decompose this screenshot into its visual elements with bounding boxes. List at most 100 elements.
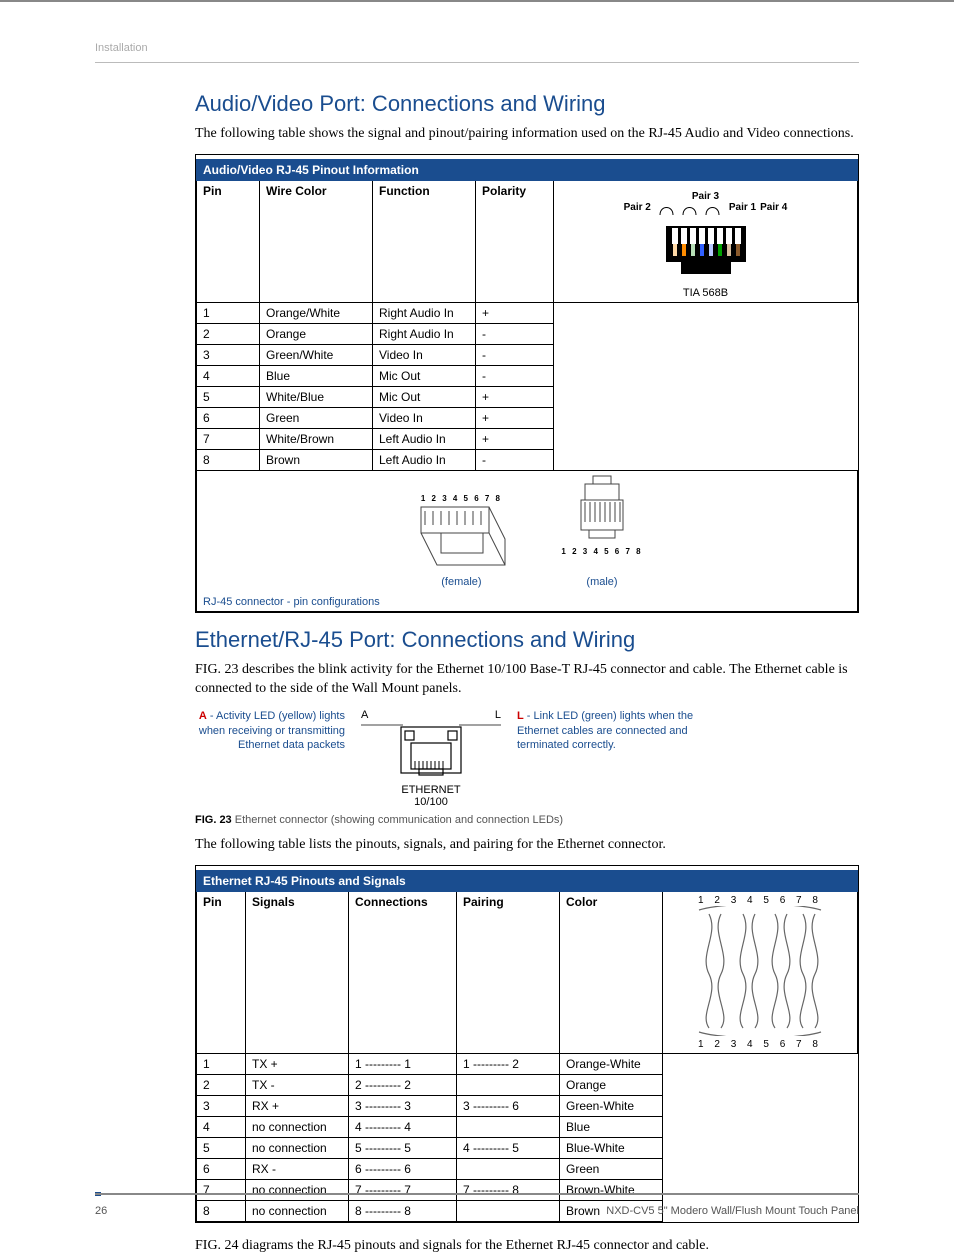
svg-text:6: 6 — [718, 237, 722, 244]
fig23-center-a: A — [361, 709, 368, 721]
table-cell — [457, 1074, 560, 1095]
table-cell: 1 — [197, 1053, 246, 1074]
table-cell: Blue — [260, 365, 373, 386]
fig23-a-bold: A — [199, 710, 207, 722]
table-cell: 6 — [197, 407, 260, 428]
table-cell: Orange — [260, 323, 373, 344]
pair3-label: Pair 3 — [560, 191, 851, 202]
rj45-diagram-caption: RJ-45 connector - pin configurations — [203, 596, 851, 608]
table-cell: 3 --------- 6 — [457, 1095, 560, 1116]
header-rule — [95, 62, 859, 63]
fig23-wrap: A - Activity LED (yellow) lights when re… — [195, 709, 859, 808]
table-cell: Green-White — [560, 1095, 663, 1116]
table-row: 6GreenVideo In+ — [197, 407, 858, 428]
section2-mid: The following table lists the pinouts, s… — [195, 836, 859, 855]
table-row: 7White/BrownLeft Audio In+ — [197, 428, 858, 449]
table-cell: 3 — [197, 1095, 246, 1116]
table-cell: Green — [560, 1158, 663, 1179]
section2-outro: FIG. 24 diagrams the RJ-45 pinouts and s… — [195, 1237, 859, 1255]
av-pinout-table-wrap: Audio/Video RJ-45 Pinout Information Pin… — [195, 154, 859, 613]
table-cell: 2 --------- 2 — [349, 1074, 457, 1095]
table-cell: 7 — [197, 1179, 246, 1200]
av-table-title: Audio/Video RJ-45 Pinout Information — [197, 159, 858, 180]
table-row: 3Green/WhiteVideo In- — [197, 344, 858, 365]
footer-accent — [95, 1192, 101, 1196]
svg-text:1: 1 — [673, 237, 677, 244]
male-pins: 1 2 3 4 5 6 7 8 — [561, 547, 642, 556]
table-cell: 5 --------- 5 — [349, 1137, 457, 1158]
table-cell: + — [476, 302, 554, 323]
av-th-wire: Wire Color — [260, 180, 373, 302]
table-cell: no connection — [246, 1116, 349, 1137]
table-cell: TX - — [246, 1074, 349, 1095]
table-row: 4BlueMic Out- — [197, 365, 858, 386]
rj45-male-icon — [567, 474, 637, 544]
table-cell: - — [476, 449, 554, 470]
section2-intro: FIG. 23 describes the blink activity for… — [195, 661, 859, 699]
male-label: (male) — [561, 576, 642, 588]
fig23-eth-label2: 10/100 — [361, 796, 501, 808]
table-cell: 4 --------- 5 — [457, 1137, 560, 1158]
table-cell: White/Blue — [260, 386, 373, 407]
table-cell: Orange/White — [260, 302, 373, 323]
ethernet-connector-icon — [361, 721, 501, 781]
doc-title: NXD-CV5 5" Modero Wall/Flush Mount Touch… — [606, 1205, 859, 1217]
table-cell: Mic Out — [373, 386, 476, 407]
table-row: 5White/BlueMic Out+ — [197, 386, 858, 407]
table-cell: 3 — [197, 344, 260, 365]
table-cell: 7 — [197, 428, 260, 449]
table-cell: 4 — [197, 365, 260, 386]
rj45-female-icon — [411, 503, 511, 573]
table-cell: + — [476, 428, 554, 449]
eth-diagram-pins-top: 1 2 3 4 5 6 7 8 — [669, 895, 851, 906]
table-cell: Right Audio In — [373, 302, 476, 323]
header-section-label: Installation — [95, 42, 859, 54]
pair1-label: Pair 1 — [729, 202, 756, 216]
fig23-l-text: - Link LED (green) lights when the Ether… — [517, 710, 693, 752]
table-cell: Right Audio In — [373, 323, 476, 344]
table-cell: 6 --------- 6 — [349, 1158, 457, 1179]
tia568b-diagram-cell: Pair 3 Pair 2 Pair 1 Pair 4 — [554, 180, 858, 302]
table-cell: Left Audio In — [373, 449, 476, 470]
eth-th-pair: Pairing — [457, 891, 560, 1053]
eth-th-color: Color — [560, 891, 663, 1053]
table-cell: - — [476, 344, 554, 365]
eth-th-conn: Connections — [349, 891, 457, 1053]
table-cell: 4 — [197, 1116, 246, 1137]
svg-text:8: 8 — [736, 237, 740, 244]
tia568b-label: TIA 568B — [560, 287, 851, 299]
table-cell: 2 — [197, 1074, 246, 1095]
table-cell: + — [476, 386, 554, 407]
table-row: 6RX -6 --------- 6Green — [197, 1158, 858, 1179]
pair4-label: Pair 4 — [760, 202, 787, 216]
table-cell: 5 — [197, 386, 260, 407]
pair-loops-top — [655, 202, 725, 216]
eth-th-pin: Pin — [197, 891, 246, 1053]
section2-title: Ethernet/RJ-45 Port: Connections and Wir… — [195, 627, 859, 653]
fig23-center-l: L — [495, 709, 501, 721]
table-cell: 1 --------- 1 — [349, 1053, 457, 1074]
fig23-a-text: - Activity LED (yellow) lights when rece… — [199, 710, 345, 752]
table-cell: Brown-White — [560, 1179, 663, 1200]
table-cell — [457, 1158, 560, 1179]
table-cell: Video In — [373, 344, 476, 365]
eth-th-signals: Signals — [246, 891, 349, 1053]
table-cell: Blue — [560, 1116, 663, 1137]
table-cell: 5 — [197, 1137, 246, 1158]
table-row: 1Orange/WhiteRight Audio In+ — [197, 302, 858, 323]
table-cell: White/Brown — [260, 428, 373, 449]
twisted-pair-icon — [695, 906, 825, 1036]
table-cell: Left Audio In — [373, 428, 476, 449]
table-row: 4no connection4 --------- 4Blue — [197, 1116, 858, 1137]
table-row: 3RX +3 --------- 33 --------- 6Green-Whi… — [197, 1095, 858, 1116]
table-cell: Video In — [373, 407, 476, 428]
table-row: 1TX +1 --------- 11 --------- 2Orange-Wh… — [197, 1053, 858, 1074]
table-cell: Orange-White — [560, 1053, 663, 1074]
rj45-connector-diagram-cell: 1 2 3 4 5 6 7 8 (female) — [197, 470, 858, 611]
eth-table-title: Ethernet RJ-45 Pinouts and Signals — [197, 870, 858, 891]
page-number: 26 — [95, 1205, 107, 1217]
svg-text:7: 7 — [727, 237, 731, 244]
eth-diagram-pins-bottom: 1 2 3 4 5 6 7 8 — [669, 1039, 851, 1050]
svg-text:3: 3 — [691, 237, 695, 244]
table-row: 8BrownLeft Audio In- — [197, 449, 858, 470]
